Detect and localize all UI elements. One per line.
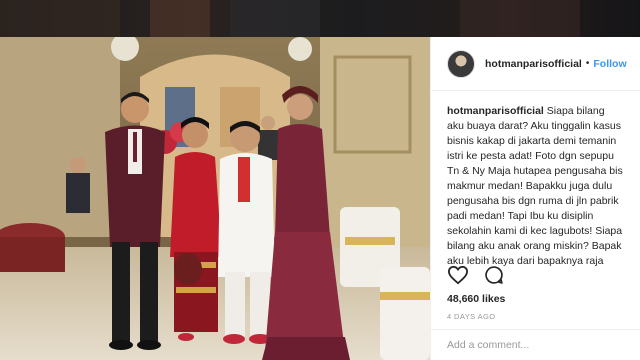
caption-username[interactable]: hotmanparisofficial (447, 105, 544, 117)
heart-icon[interactable] (447, 265, 469, 285)
username-link[interactable]: hotmanparisofficial (485, 58, 582, 70)
speech-bubble-icon[interactable] (483, 265, 505, 285)
add-comment-input[interactable]: Add a comment... (431, 329, 640, 360)
likes-count[interactable]: 48,660 likes (447, 293, 505, 305)
post-header: hotmanparisofficial • Follow (431, 37, 640, 91)
post-caption: hotmanparisofficial Siapa bilang aku bua… (431, 91, 640, 271)
instagram-post: hotmanparisofficial • Follow hotmanparis… (0, 37, 640, 360)
profile-avatar[interactable] (447, 49, 475, 78)
post-actions (447, 265, 505, 285)
party-photo-illustration (0, 37, 430, 360)
blurred-background-strip (0, 0, 640, 37)
follow-button[interactable]: Follow (593, 58, 626, 70)
post-photo[interactable] (0, 37, 430, 360)
post-sidebar: hotmanparisofficial • Follow hotmanparis… (430, 37, 640, 360)
caption-text: Siapa bilang aku buaya darat? Aku tingga… (447, 105, 623, 271)
header-separator: • (585, 58, 590, 69)
post-date: 4 DAYS AGO (447, 312, 496, 321)
